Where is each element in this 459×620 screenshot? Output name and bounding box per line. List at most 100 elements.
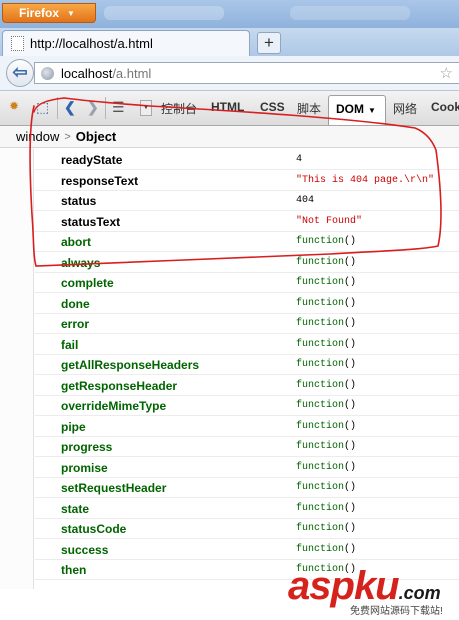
dom-row-value[interactable]: function() xyxy=(296,236,356,247)
navigation-bar: localhost/a.html ☆ ⇦ xyxy=(0,56,459,91)
dom-row[interactable]: error function() xyxy=(33,314,459,334)
dom-row-value[interactable]: function() xyxy=(296,257,356,268)
next-icon[interactable]: ❯ xyxy=(87,99,99,116)
tab-script[interactable]: 脚本 xyxy=(297,100,321,117)
new-tab-button[interactable]: + xyxy=(257,32,281,54)
dom-row[interactable]: statusCode function() xyxy=(33,519,459,539)
prev-icon[interactable]: ❮ xyxy=(64,99,76,116)
toolbar-divider xyxy=(105,97,106,119)
dom-row[interactable]: complete function() xyxy=(33,273,459,293)
dom-row-name: statusCode xyxy=(61,522,127,536)
dom-row-value[interactable]: function() xyxy=(296,339,356,350)
url-bar[interactable]: localhost/a.html ☆ xyxy=(34,62,459,84)
tab-dom-label: DOM xyxy=(336,102,364,116)
dom-row[interactable]: statusText "Not Found" xyxy=(33,212,459,232)
row-gutter xyxy=(0,149,34,589)
url-path: /a.html xyxy=(112,65,152,81)
dom-row-value[interactable]: function() xyxy=(296,482,356,493)
tab-console[interactable]: 控制台 xyxy=(161,100,197,117)
dom-row[interactable]: readyState 4 xyxy=(33,150,459,170)
dom-row-name: responseText xyxy=(61,173,139,188)
dom-row[interactable]: success function() xyxy=(33,540,459,560)
tab-net[interactable]: 网络 xyxy=(393,100,417,117)
dom-row-name: done xyxy=(61,296,90,311)
dom-row[interactable]: fail function() xyxy=(33,335,459,355)
tab-html[interactable]: HTML xyxy=(211,100,244,114)
dom-row-name: readyState xyxy=(61,153,123,167)
dom-row[interactable]: setRequestHeader function() xyxy=(33,478,459,498)
dom-row[interactable]: done function() xyxy=(33,294,459,314)
dom-row-name: promise xyxy=(61,460,108,475)
dom-row-name: success xyxy=(61,542,109,557)
back-arrow-icon: ⇦ xyxy=(12,62,28,82)
tab-title: http://localhost/a.html xyxy=(30,36,153,51)
dom-row[interactable]: responseText "This is 404 page.\r\n" xyxy=(33,171,459,191)
blurred-title-ghost xyxy=(104,6,224,20)
menu-icon[interactable]: ☰ xyxy=(112,99,125,116)
firefox-menu-label: Firefox xyxy=(19,6,60,20)
menu-dropdown-icon[interactable]: ▼ xyxy=(140,100,152,116)
dom-row[interactable]: overrideMimeType function() xyxy=(33,396,459,416)
dom-row-name: status xyxy=(61,194,97,208)
dom-row-value[interactable]: function() xyxy=(296,298,356,309)
dom-row[interactable]: status 404 xyxy=(33,191,459,211)
toolbar-divider xyxy=(57,97,58,119)
dom-row-value[interactable]: function() xyxy=(296,503,356,514)
breadcrumb-separator: > xyxy=(64,130,71,143)
dom-row-name: statusText xyxy=(61,214,121,229)
dom-row[interactable]: pipe function() xyxy=(33,417,459,437)
dom-row-name: error xyxy=(61,317,90,331)
dom-row-name: progress xyxy=(61,440,113,454)
firefox-menu-button[interactable]: Firefox ▼ xyxy=(2,3,96,23)
dom-row-name: complete xyxy=(61,276,114,290)
dom-row[interactable]: promise function() xyxy=(33,458,459,478)
page-icon xyxy=(11,36,24,51)
blurred-title-ghost xyxy=(290,6,410,20)
dom-row-value[interactable]: function() xyxy=(296,462,356,473)
watermark-tagline: 免费网站源码下载站! xyxy=(350,606,443,617)
tab-strip: http://localhost/a.html + xyxy=(0,28,459,56)
dom-row-name: fail xyxy=(61,337,79,352)
dom-row-value: 4 xyxy=(296,154,303,165)
dom-row-value: "This is 404 page.\r\n" xyxy=(296,174,435,186)
dom-row-name: state xyxy=(61,501,90,516)
dom-row-value[interactable]: function() xyxy=(296,441,356,452)
dom-row[interactable]: state function() xyxy=(33,499,459,519)
dom-row-name: setRequestHeader xyxy=(61,481,167,495)
dom-row-value: 404 xyxy=(296,195,315,206)
dom-row-name: always xyxy=(61,255,101,270)
dom-row-name: then xyxy=(61,563,87,577)
dom-row-value[interactable]: function() xyxy=(296,544,356,555)
dom-row-name: abort xyxy=(61,235,91,249)
dom-row[interactable]: abort function() xyxy=(33,232,459,252)
watermark-logo: aspku.com 免费网站源码下载站! xyxy=(288,566,443,617)
dom-row-value[interactable]: function() xyxy=(296,380,356,391)
dom-row[interactable]: progress function() xyxy=(33,437,459,457)
dom-row-value: "Not Found" xyxy=(296,215,363,227)
dom-row-value[interactable]: function() xyxy=(296,421,356,432)
dom-panel: readyState 4 responseText "This is 404 page… xyxy=(0,149,459,620)
dom-row-value[interactable]: function() xyxy=(296,277,356,288)
dom-row-value[interactable]: function() xyxy=(296,318,356,329)
browser-tab[interactable]: http://localhost/a.html xyxy=(2,30,250,56)
star-icon[interactable]: ☆ xyxy=(440,64,453,82)
dom-row-value[interactable]: function() xyxy=(296,400,356,411)
dom-row[interactable]: getAllResponseHeaders function() xyxy=(33,355,459,375)
dom-row-value[interactable]: function() xyxy=(296,523,356,534)
dom-row-value[interactable]: function() xyxy=(296,359,356,370)
tab-dom[interactable]: DOM ▼ xyxy=(328,95,386,125)
title-bar: Firefox ▼ xyxy=(0,0,459,28)
chevron-down-icon: ▼ xyxy=(67,8,75,18)
dom-row[interactable]: getResponseHeader function() xyxy=(33,376,459,396)
inspect-icon[interactable]: ⬚ xyxy=(36,99,49,116)
dom-row-name: overrideMimeType xyxy=(61,399,167,413)
firebug-icon[interactable]: ✹ xyxy=(9,99,19,113)
firebug-toolbar: ✹ ⬚ ❮ ❯ ☰ ▼ 控制台 HTML CSS 脚本 DOM ▼ 网络 Cook xyxy=(0,91,459,126)
tab-cookies[interactable]: Cook xyxy=(431,100,459,114)
tab-css[interactable]: CSS xyxy=(260,100,285,114)
breadcrumb: window > Object xyxy=(0,126,459,148)
dom-row[interactable]: always function() xyxy=(33,253,459,273)
breadcrumb-root[interactable]: window xyxy=(16,129,59,144)
back-button[interactable]: ⇦ xyxy=(6,59,34,87)
breadcrumb-current[interactable]: Object xyxy=(76,129,116,144)
